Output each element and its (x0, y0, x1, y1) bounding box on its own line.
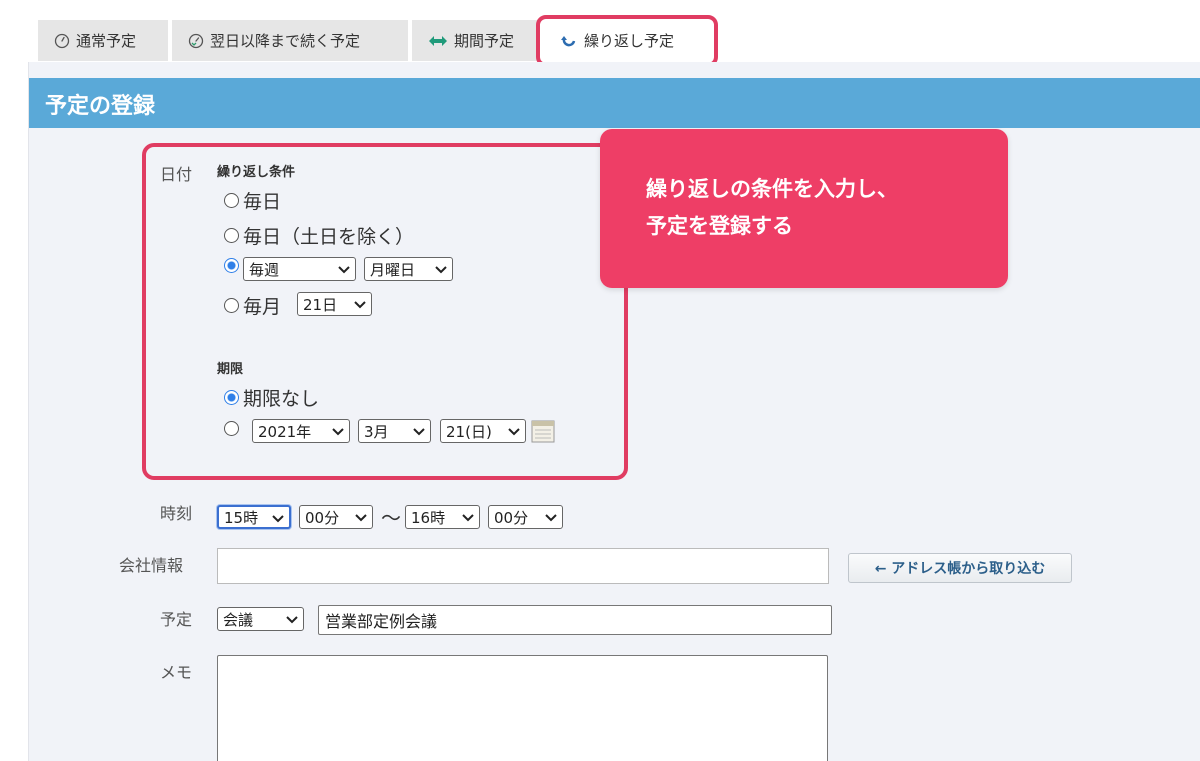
select-value: 毎週 (249, 260, 280, 279)
radio-label: 期限なし (243, 388, 320, 410)
date-label: 日付 (160, 165, 193, 184)
tab-bar: 通常予定 翌日以降まで続く予定 期間予定 繰り返し予定 (0, 0, 1200, 67)
limit-month-select[interactable]: 3月 (358, 419, 431, 443)
tab-label: 繰り返し予定 (584, 32, 675, 50)
clock-continue-icon (188, 33, 204, 49)
instruction-callout: 繰り返しの条件を入力し、 予定を登録する (600, 129, 1008, 288)
select-value: 00分 (494, 508, 529, 527)
radio-button[interactable] (224, 298, 239, 313)
repeat-condition-title: 繰り返し条件 (217, 165, 296, 180)
schedule-title-input[interactable]: 営業部定例会議 (318, 605, 832, 635)
clock-icon (54, 33, 70, 49)
end-hour-select[interactable]: 16時 (405, 505, 480, 529)
chevron-down-icon (413, 428, 425, 436)
chevron-down-icon (508, 428, 520, 436)
tab-label: 翌日以降まで続く予定 (210, 32, 361, 50)
radio-weekdays[interactable]: 毎日（土日を除く） (224, 222, 414, 249)
company-label: 会社情報 (119, 556, 184, 575)
limit-year-select[interactable]: 2021年 (252, 419, 350, 443)
repeat-icon (560, 33, 578, 49)
tab-normal[interactable]: 通常予定 (38, 20, 168, 61)
time-separator: 〜 (381, 506, 401, 530)
select-value: 00分 (305, 508, 340, 527)
radio-monthly[interactable]: 毎月 (224, 292, 281, 319)
tab-repeat[interactable]: 繰り返し予定 (542, 20, 710, 61)
radio-button[interactable] (224, 193, 239, 208)
select-value: 21(日) (446, 422, 492, 441)
tab-label: 期間予定 (454, 32, 515, 50)
chevron-down-icon (435, 266, 447, 274)
radio-limit-date[interactable] (224, 421, 243, 436)
limit-day-select[interactable]: 21(日) (440, 419, 526, 443)
select-value: 3月 (364, 422, 389, 441)
callout-text: 繰り返しの条件を入力し、 予定を登録する (646, 177, 898, 238)
company-input[interactable] (217, 548, 829, 584)
double-arrow-icon (428, 34, 448, 48)
chevron-down-icon (462, 514, 474, 522)
panel-header: 予定の登録 (29, 78, 1200, 128)
select-value: 15時 (224, 508, 259, 527)
panel-title: 予定の登録 (45, 94, 156, 119)
chevron-down-icon (338, 266, 350, 274)
calendar-icon[interactable] (531, 420, 555, 443)
radio-button-selected[interactable] (224, 258, 239, 273)
chevron-down-icon (286, 616, 298, 624)
start-hour-select[interactable]: 15時 (217, 505, 291, 529)
limit-title: 期限 (217, 362, 244, 377)
radio-label: 毎日（土日を除く） (243, 226, 415, 248)
radio-button[interactable] (224, 421, 239, 436)
select-value: 21日 (303, 295, 338, 314)
time-label: 時刻 (160, 504, 193, 523)
tab-period[interactable]: 期間予定 (412, 20, 538, 61)
tab-label: 通常予定 (76, 32, 137, 50)
radio-label: 毎月 (243, 296, 282, 318)
schedule-type-select[interactable]: 会議 (217, 607, 304, 631)
select-value: 月曜日 (370, 260, 416, 279)
radio-button-selected[interactable] (224, 390, 239, 405)
select-value: 16時 (411, 508, 446, 527)
weekday-select[interactable]: 月曜日 (364, 257, 453, 281)
chevron-down-icon (272, 515, 284, 523)
memo-label: メモ (160, 663, 193, 682)
select-value: 2021年 (258, 422, 312, 441)
radio-weekly[interactable] (224, 258, 243, 273)
tab-multi-day[interactable]: 翌日以降まで続く予定 (172, 20, 408, 61)
chevron-down-icon (354, 301, 366, 309)
chevron-down-icon (545, 514, 557, 522)
radio-label: 毎日 (243, 191, 282, 213)
memo-textarea[interactable] (217, 655, 828, 761)
chevron-down-icon (332, 428, 344, 436)
select-value: 会議 (223, 610, 254, 629)
end-minute-select[interactable]: 00分 (488, 505, 563, 529)
schedule-label: 予定 (160, 610, 193, 629)
chevron-down-icon (355, 514, 367, 522)
radio-daily[interactable]: 毎日 (224, 187, 281, 214)
import-address-book-button[interactable]: ← アドレス帳から取り込む (848, 553, 1072, 583)
monthly-day-select[interactable]: 21日 (297, 292, 372, 316)
start-minute-select[interactable]: 00分 (299, 505, 373, 529)
radio-button[interactable] (224, 228, 239, 243)
weekly-frequency-select[interactable]: 毎週 (243, 257, 356, 281)
radio-no-limit[interactable]: 期限なし (224, 384, 319, 411)
